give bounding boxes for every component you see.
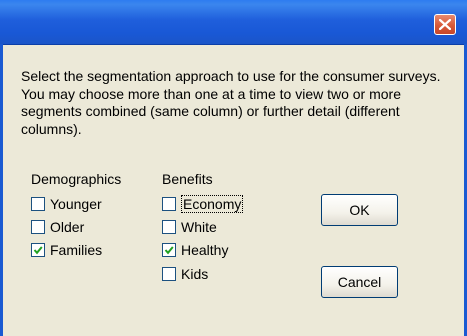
checkbox-box[interactable] [31, 197, 45, 211]
checkbox-families[interactable]: Families [31, 241, 102, 259]
checkbox-label: Economy [181, 195, 244, 213]
checkbox-box[interactable] [31, 243, 45, 257]
checkbox-label: Younger [50, 196, 102, 212]
demographics-label: Demographics [31, 171, 122, 187]
checkbox-older[interactable]: Older [31, 218, 84, 236]
checkbox-label: Older [50, 219, 85, 235]
benefits-label: Benefits [162, 171, 213, 187]
window-frame-left [0, 44, 3, 336]
checkbox-box[interactable] [162, 243, 176, 257]
checkbox-label: Kids [181, 266, 209, 282]
checkmark-icon [164, 246, 174, 255]
checkbox-label: Families [50, 242, 103, 258]
checkbox-box[interactable] [31, 220, 45, 234]
checkmark-icon [33, 246, 43, 255]
close-icon [439, 19, 451, 30]
cancel-button[interactable]: Cancel [321, 266, 398, 298]
checkbox-box[interactable] [162, 220, 176, 234]
checkbox-label: Healthy [181, 242, 229, 258]
checkbox-white[interactable]: White [162, 218, 217, 236]
ok-button[interactable]: OK [321, 194, 398, 226]
checkbox-healthy[interactable]: Healthy [162, 241, 228, 259]
close-button[interactable] [434, 14, 456, 35]
checkbox-box[interactable] [162, 267, 176, 281]
checkbox-economy[interactable]: Economy [162, 195, 244, 213]
title-bar[interactable] [0, 0, 467, 45]
checkbox-younger[interactable]: Younger [31, 195, 102, 213]
checkbox-label: White [181, 219, 217, 235]
checkbox-kids[interactable]: Kids [162, 265, 208, 283]
checkbox-box[interactable] [162, 197, 176, 211]
instructions-text: Select the segmentation approach to use … [21, 68, 441, 137]
